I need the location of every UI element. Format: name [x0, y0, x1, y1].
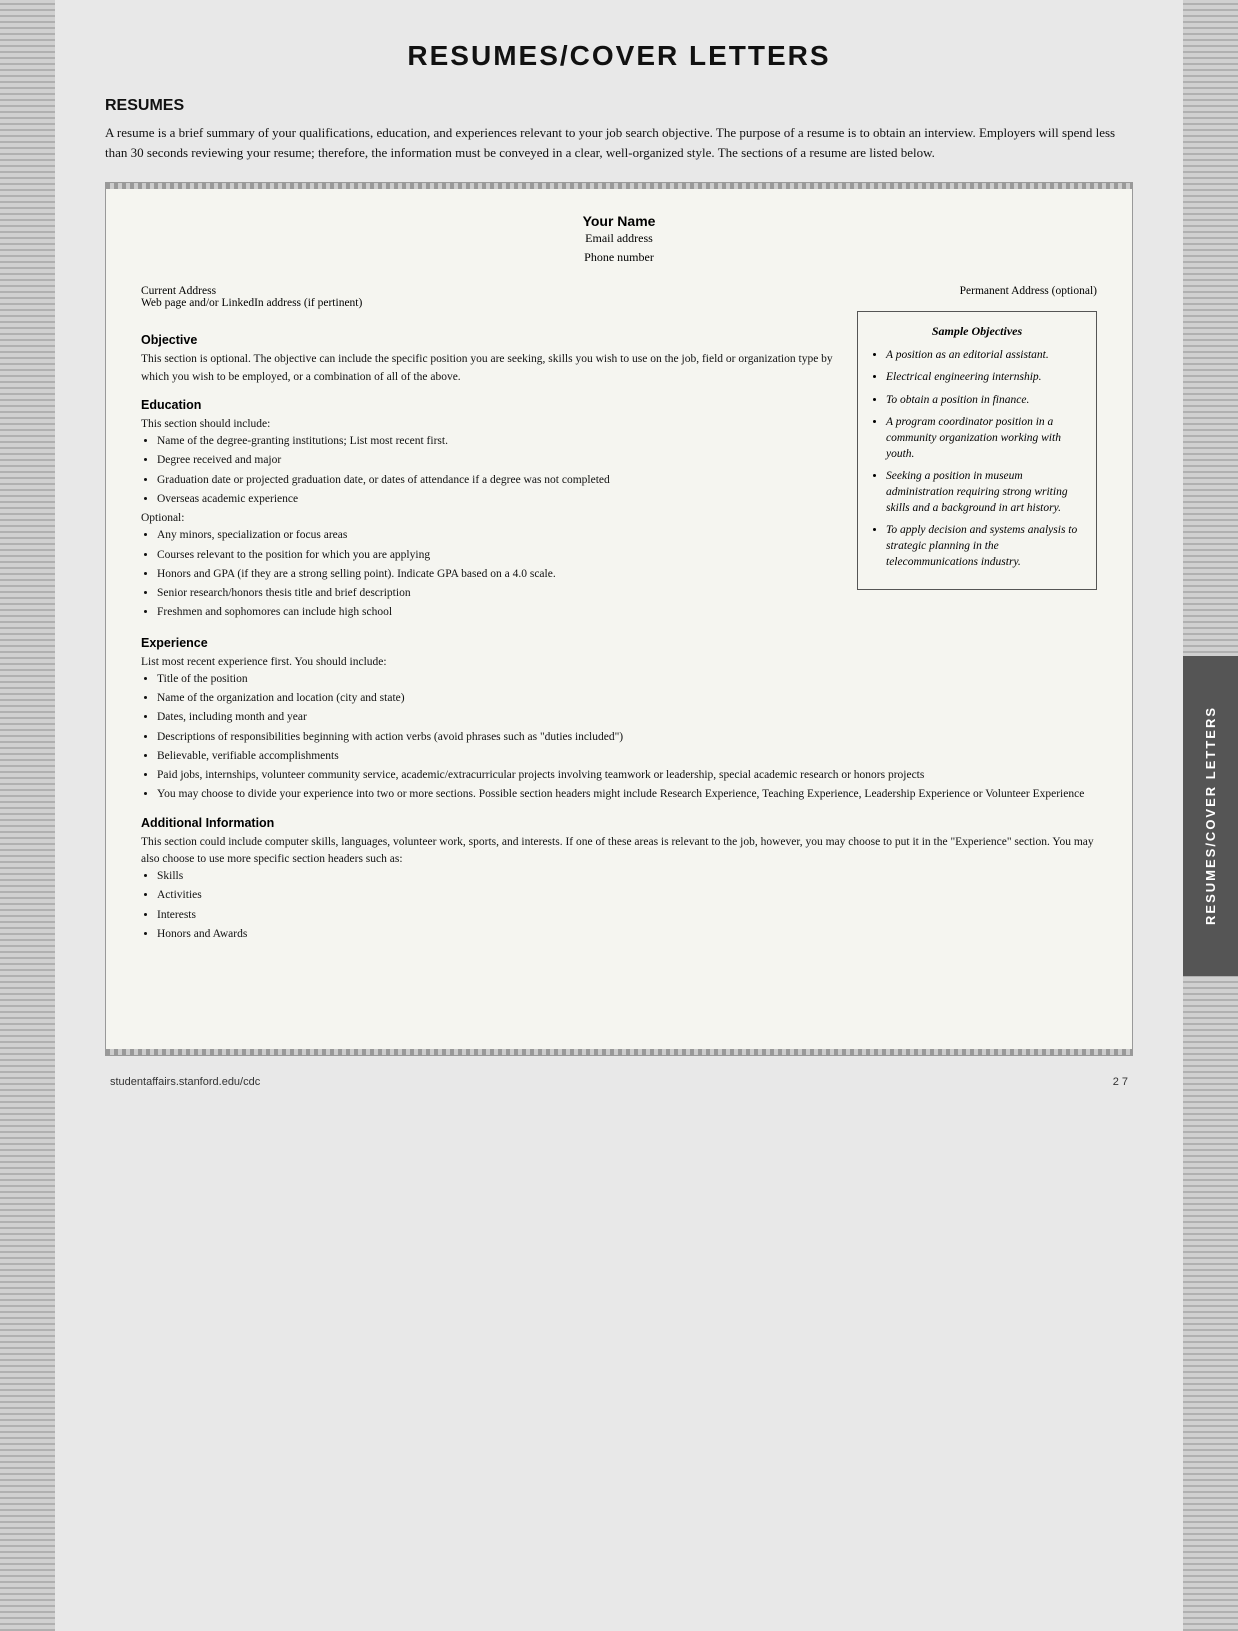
additional-body: This section could include computer skil…: [141, 834, 1097, 944]
education-intro: This section should include: Name of the…: [141, 416, 837, 508]
resumes-heading: RESUMES: [105, 97, 1133, 115]
objective-text: This section is optional. The objective …: [141, 351, 837, 386]
main-content: RESUMES/COVER LETTERS RESUMES A resume i…: [55, 0, 1183, 1631]
exp-item-6: Paid jobs, internships, volunteer commun…: [157, 767, 1097, 784]
add-item-2: Activities: [157, 887, 1097, 904]
education-item-3: Graduation date or projected graduation …: [157, 472, 837, 489]
resume-name: Your Name: [141, 213, 1097, 229]
edu-opt-item-3: Honors and GPA (if they are a strong sel…: [157, 566, 837, 583]
objective-heading: Objective: [141, 333, 837, 347]
side-tab: RESUMES/COVER LETTERS: [1183, 656, 1238, 976]
side-tab-label: RESUMES/COVER LETTERS: [1203, 706, 1218, 925]
exp-item-1: Title of the position: [157, 671, 1097, 688]
page-wrapper: RESUMES/COVER LETTERS RESUMES/COVER LETT…: [0, 0, 1238, 1631]
sample-obj-5: Seeking a position in museum administrat…: [886, 468, 1082, 516]
experience-list: Title of the position Name of the organi…: [141, 671, 1097, 804]
current-address-label: Current Address: [141, 285, 362, 297]
sample-obj-4: A program coordinator position in a comm…: [886, 414, 1082, 462]
objective-left: Objective This section is optional. The …: [141, 321, 837, 623]
exp-item-7: You may choose to divide your experience…: [157, 786, 1097, 803]
education-item-1: Name of the degree-granting institutions…: [157, 433, 837, 450]
footer: studentaffairs.stanford.edu/cdc 2 7: [105, 1076, 1133, 1088]
education-optional-list: Any minors, specialization or focus area…: [141, 527, 837, 621]
footer-url: studentaffairs.stanford.edu/cdc: [110, 1076, 260, 1088]
add-item-4: Honors and Awards: [157, 926, 1097, 943]
experience-body: List most recent experience first. You s…: [141, 654, 1097, 804]
additional-heading: Additional Information: [141, 816, 1097, 830]
resume-address-left: Current Address Web page and/or LinkedIn…: [141, 285, 362, 309]
exp-item-2: Name of the organization and location (c…: [157, 690, 1097, 707]
objective-layout: Objective This section is optional. The …: [141, 321, 1097, 623]
add-item-3: Interests: [157, 907, 1097, 924]
education-item-2: Degree received and major: [157, 452, 837, 469]
footer-page: 2 7: [1113, 1076, 1128, 1088]
edu-opt-item-1: Any minors, specialization or focus area…: [157, 527, 837, 544]
resume-address-row: Current Address Web page and/or LinkedIn…: [141, 285, 1097, 309]
sample-obj-1: A position as an editorial assistant.: [886, 347, 1082, 363]
exp-item-4: Descriptions of responsibilities beginni…: [157, 729, 1097, 746]
permanent-address-label: Permanent Address (optional): [960, 285, 1097, 309]
sample-obj-3: To obtain a position in finance.: [886, 392, 1082, 408]
education-item-4: Overseas academic experience: [157, 491, 837, 508]
page-title: RESUMES/COVER LETTERS: [105, 40, 1133, 72]
experience-heading: Experience: [141, 636, 1097, 650]
sample-obj-6: To apply decision and systems analysis t…: [886, 522, 1082, 570]
edu-opt-item-4: Senior research/honors thesis title and …: [157, 585, 837, 602]
edu-opt-item-2: Courses relevant to the position for whi…: [157, 547, 837, 564]
edu-opt-item-5: Freshmen and sophomores can include high…: [157, 604, 837, 621]
resume-header: Your Name Email address Phone number: [141, 213, 1097, 267]
resume-document: Your Name Email address Phone number Cur…: [105, 182, 1133, 1056]
exp-item-3: Dates, including month and year: [157, 709, 1097, 726]
sample-objectives-box: Sample Objectives A position as an edito…: [857, 311, 1097, 589]
resumes-intro: A resume is a brief summary of your qual…: [105, 123, 1133, 162]
education-optional: Optional: Any minors, specialization or …: [141, 510, 837, 622]
resume-email: Email address: [141, 229, 1097, 248]
sample-objectives-list: A position as an editorial assistant. El…: [872, 347, 1082, 570]
exp-item-5: Believable, verifiable accomplishments: [157, 748, 1097, 765]
education-list: Name of the degree-granting institutions…: [141, 433, 837, 508]
sample-objectives-title: Sample Objectives: [872, 324, 1082, 339]
linkedin-line: Web page and/or LinkedIn address (if per…: [141, 297, 362, 309]
education-heading: Education: [141, 398, 837, 412]
additional-list: Skills Activities Interests Honors and A…: [141, 868, 1097, 943]
add-item-1: Skills: [157, 868, 1097, 885]
resume-phone: Phone number: [141, 248, 1097, 267]
left-border-decoration: [0, 0, 55, 1631]
sample-obj-2: Electrical engineering internship.: [886, 369, 1082, 385]
